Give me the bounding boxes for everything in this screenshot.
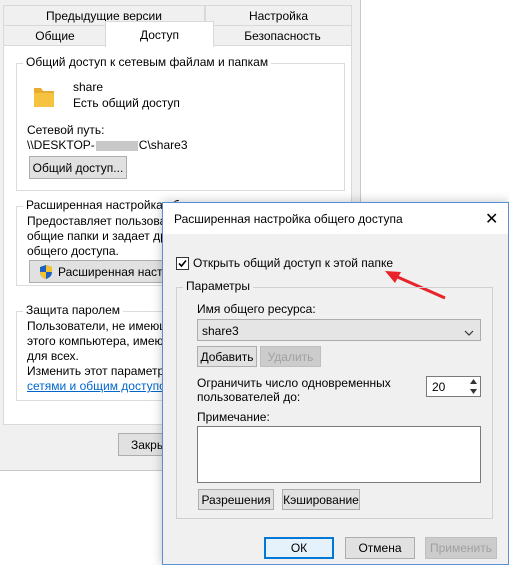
tab-customize[interactable]: Настройка <box>205 5 352 26</box>
add-button[interactable]: Добавить <box>197 346 257 367</box>
password-desc-line: Пользователи, не имеющи <box>27 319 176 333</box>
tab-label: Общие <box>35 28 75 43</box>
share-folder-checkbox-row[interactable]: Открыть общий доступ к этой папке <box>176 255 393 271</box>
remove-button[interactable]: Удалить <box>260 346 321 367</box>
spinner-up-icon[interactable] <box>467 377 480 386</box>
advanced-sharing-button-label: Расширенная настро <box>58 264 169 279</box>
ok-button[interactable]: ОК <box>264 537 334 559</box>
close-icon[interactable]: ✕ <box>485 209 498 229</box>
folder-name: share <box>73 80 104 94</box>
tab-sharing[interactable]: Доступ <box>105 21 214 47</box>
advanced-sharing-button[interactable]: Расширенная настро <box>29 260 169 283</box>
limit-label-line1: Ограничить число одновременных <box>197 376 391 390</box>
advanced-desc-line: общего доступа. <box>27 244 119 258</box>
shield-icon <box>38 264 54 280</box>
parameters-group-title: Параметры <box>183 279 253 293</box>
password-desc-line: Изменить этот параметр м <box>27 364 176 378</box>
password-desc-line: этого компьютера, имеют <box>27 334 169 348</box>
comment-label: Примечание: <box>197 410 270 424</box>
limit-label-line2: пользователей до: <box>197 390 301 404</box>
cancel-button[interactable]: Отмена <box>345 537 415 559</box>
network-path-suffix: C\share3 <box>138 138 188 152</box>
folder-share-status: Есть общий доступ <box>73 96 180 110</box>
dialog-title: Расширенная настройка общего доступа <box>174 212 403 226</box>
chevron-down-icon <box>464 326 474 340</box>
tab-general[interactable]: Общие <box>3 25 107 46</box>
tab-label: Доступ <box>139 27 180 42</box>
spinner-down-icon[interactable] <box>467 387 480 396</box>
advanced-desc-line: общие папки и задает дру <box>27 229 173 243</box>
caching-button[interactable]: Кэширование <box>282 489 360 510</box>
comment-textarea[interactable] <box>197 426 481 483</box>
share-button[interactable]: Общий доступ... <box>29 156 127 179</box>
share-folder-checkbox[interactable] <box>176 256 189 270</box>
redacted-hostname <box>95 140 138 151</box>
share-folder-checkbox-label: Открыть общий доступ к этой папке <box>193 256 394 270</box>
dialog-title-bar: Расширенная настройка общего доступа ✕ <box>163 203 508 234</box>
advanced-desc-line: Предоставляет пользоват <box>27 214 172 228</box>
permissions-button[interactable]: Разрешения <box>198 489 274 510</box>
folder-icon <box>32 83 56 109</box>
tab-label: Безопасность <box>244 28 321 43</box>
network-center-link[interactable]: сетями и общим доступом <box>27 379 174 393</box>
share-name-value: share3 <box>202 324 239 338</box>
limit-users-spinner[interactable]: 20 <box>426 376 481 397</box>
password-protection-group-title: Защита паролем <box>23 303 124 317</box>
network-path-label: Сетевой путь: <box>27 123 105 137</box>
network-path-value: \\DESKTOP- C\share3 <box>27 138 188 152</box>
limit-users-value: 20 <box>432 380 446 394</box>
network-share-group-title: Общий доступ к сетевым файлам и папкам <box>23 55 272 69</box>
apply-button[interactable]: Применить <box>425 537 497 559</box>
password-desc-line: для всех. <box>27 349 79 363</box>
tab-security[interactable]: Безопасность <box>213 25 352 46</box>
share-name-select[interactable]: share3 <box>197 319 481 341</box>
tab-label: Настройка <box>248 8 309 23</box>
network-path-prefix: \\DESKTOP- <box>27 138 95 152</box>
checkmark-icon <box>178 259 187 267</box>
share-name-label: Имя общего ресурса: <box>197 302 316 316</box>
advanced-sharing-dialog: Расширенная настройка общего доступа ✕ О… <box>162 202 509 565</box>
